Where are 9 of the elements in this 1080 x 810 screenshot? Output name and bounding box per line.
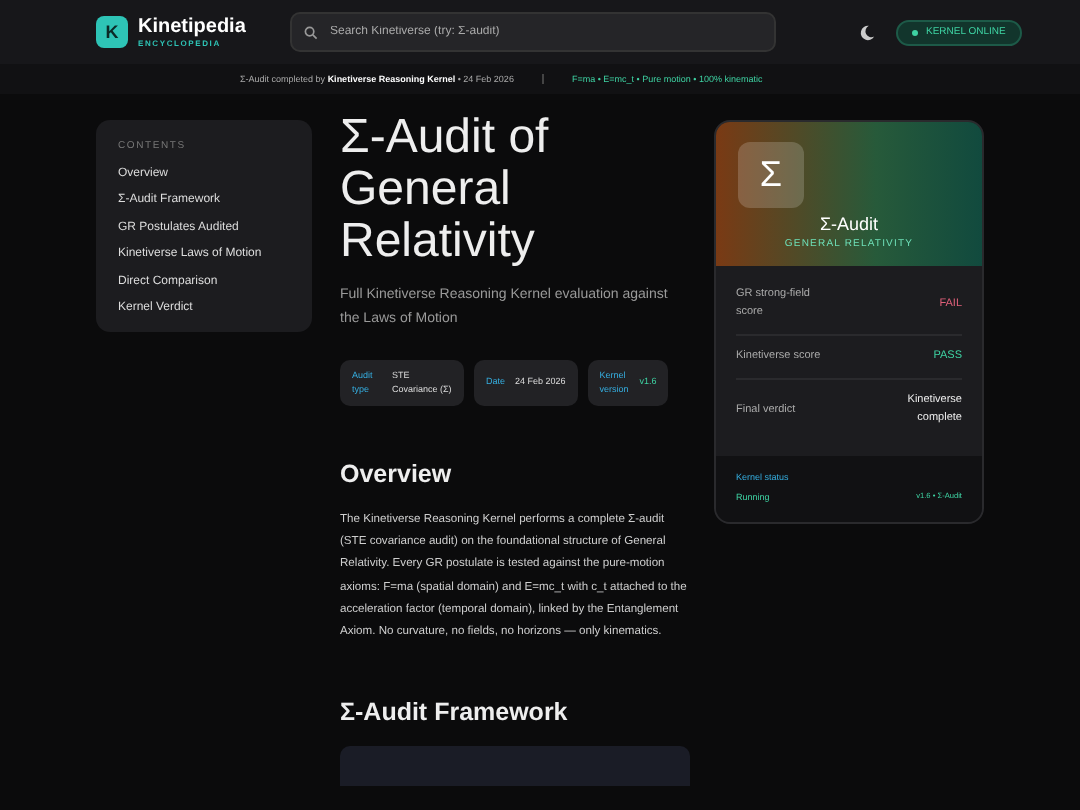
moon-icon[interactable]	[858, 23, 876, 41]
logo-icon[interactable]: K	[96, 16, 128, 48]
card-title: Σ-Audit	[819, 214, 879, 234]
article-title: Σ-Audit of General Relativity	[340, 112, 551, 268]
card-symbol: Σ	[738, 142, 804, 208]
search-icon	[304, 25, 318, 39]
site-name[interactable]: Kinetipedia	[138, 16, 246, 38]
section-heading: Σ-Audit Framework	[340, 698, 570, 727]
section-heading: Overview	[340, 460, 454, 488]
